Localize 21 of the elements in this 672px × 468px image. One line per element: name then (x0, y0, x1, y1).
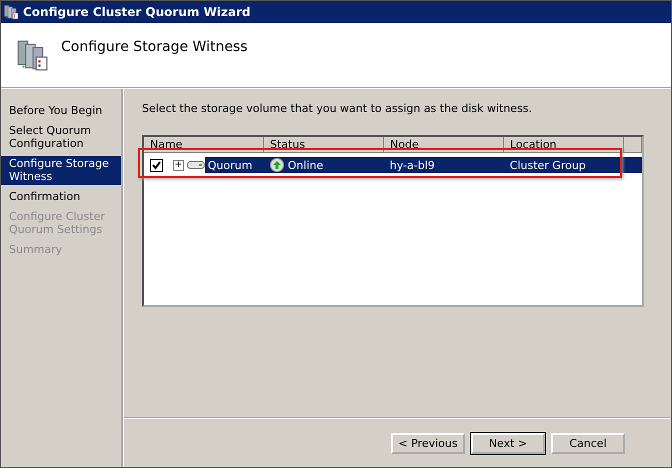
previous-button[interactable]: < Previous (391, 432, 465, 454)
wizard-step[interactable]: Confirmation (1, 189, 121, 205)
page-title: Configure Storage Witness (61, 39, 248, 55)
next-button[interactable]: Next > (471, 432, 545, 454)
wizard-step[interactable]: Select Quorum Configuration (1, 123, 121, 152)
expand-button[interactable]: + (172, 160, 184, 170)
servers-icon (15, 38, 49, 72)
up-arrow-icon (270, 158, 284, 172)
table-cell-text: hy-a-bl9 (390, 158, 436, 172)
table-cell-text: Quorum (206, 158, 254, 172)
table-cell-text: Cluster Group (510, 158, 587, 172)
servers-icon (3, 4, 19, 20)
checkbox[interactable] (150, 158, 163, 172)
cancel-button[interactable]: Cancel (551, 432, 625, 454)
window-title: Configure Cluster Quorum Wizard (23, 5, 251, 19)
instruction-text: Select the storage volume that you want to assign as the disk witness. (142, 102, 534, 115)
wizard-step[interactable]: Before You Begin (1, 103, 121, 119)
wizard-step[interactable]: Configure Storage Witness (1, 156, 121, 185)
table-cell: Online (288, 158, 324, 172)
column-header (624, 137, 642, 153)
selected-row[interactable]: Quorum Online hy-a-bl9 Cluster Group (204, 157, 642, 173)
